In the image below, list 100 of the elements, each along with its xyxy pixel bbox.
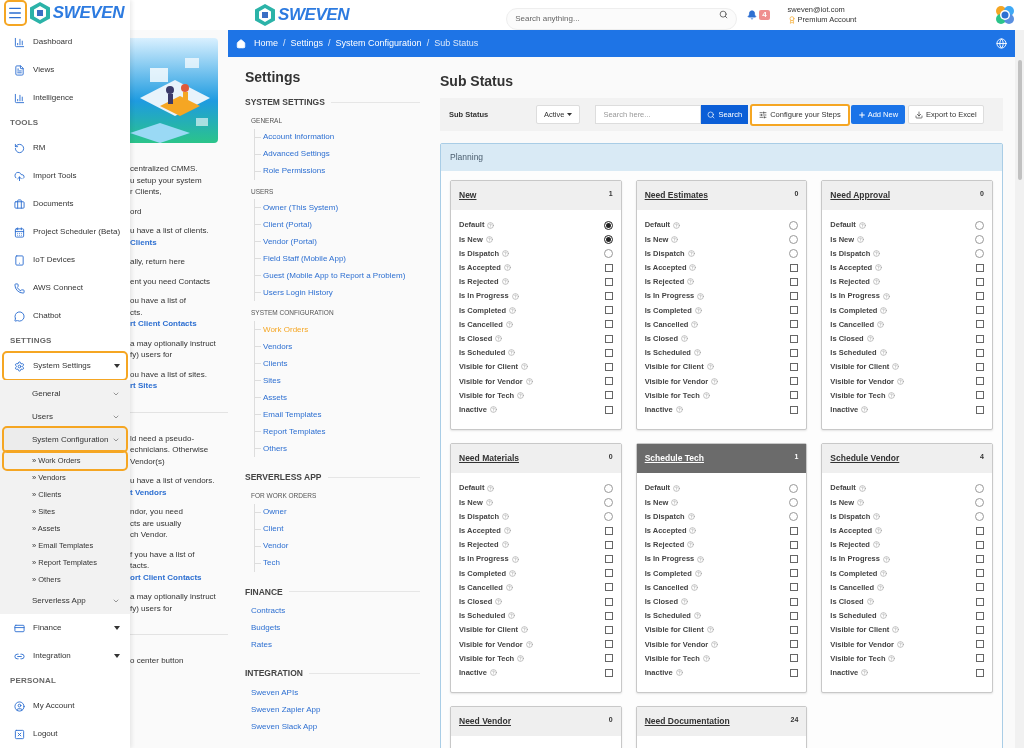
nav-link[interactable]: Report Templates xyxy=(263,425,326,438)
menu-group[interactable]: System Configuration xyxy=(4,428,126,451)
checkbox[interactable] xyxy=(976,555,984,564)
menu-button[interactable] xyxy=(6,2,25,24)
checkbox[interactable] xyxy=(604,306,613,315)
scrollbar[interactable] xyxy=(1015,30,1024,748)
checkbox[interactable] xyxy=(976,306,984,315)
nav-link[interactable]: Rates xyxy=(251,638,272,651)
checkbox[interactable] xyxy=(976,597,984,606)
checkbox[interactable] xyxy=(604,611,613,620)
nav-link[interactable]: Owner (This System) xyxy=(263,201,339,214)
radio-button[interactable] xyxy=(975,483,984,493)
checkbox[interactable] xyxy=(604,569,613,578)
breadcrumb-link[interactable]: System Configuration xyxy=(335,36,422,51)
nav-link[interactable]: Vendor xyxy=(263,540,289,552)
checkbox[interactable] xyxy=(604,640,613,649)
checkbox[interactable] xyxy=(790,391,799,400)
checkbox[interactable] xyxy=(790,597,799,606)
nav-link[interactable]: Advanced Settings xyxy=(263,148,330,160)
card-title[interactable]: Need Vendor xyxy=(459,715,511,728)
nav-link[interactable]: Client (Portal) xyxy=(263,218,312,231)
breadcrumb-link[interactable]: Settings xyxy=(290,36,324,51)
menu-group[interactable]: General xyxy=(4,382,126,405)
link[interactable]: Clients xyxy=(130,236,228,248)
radio-button[interactable] xyxy=(603,234,613,244)
checkbox[interactable] xyxy=(604,668,613,677)
radio-button[interactable] xyxy=(975,511,984,521)
nav-link[interactable]: Contracts xyxy=(251,604,286,617)
menu-item[interactable]: Logout xyxy=(4,721,126,747)
checkbox[interactable] xyxy=(604,625,613,634)
checkbox[interactable] xyxy=(976,540,984,549)
checkbox[interactable] xyxy=(604,654,613,663)
radio-button[interactable] xyxy=(975,248,984,258)
checkbox[interactable] xyxy=(790,640,799,649)
card-title[interactable]: New xyxy=(459,189,477,202)
checkbox[interactable] xyxy=(604,405,613,414)
checkbox[interactable] xyxy=(976,320,984,329)
checkbox[interactable] xyxy=(790,277,799,286)
checkbox[interactable] xyxy=(790,334,799,343)
radio-button[interactable] xyxy=(603,511,613,521)
checkbox[interactable] xyxy=(604,597,613,606)
checkbox[interactable] xyxy=(976,583,984,592)
checkbox[interactable] xyxy=(790,306,799,315)
menu-item[interactable]: Project Scheduler (Beta) xyxy=(4,219,126,245)
checkbox[interactable] xyxy=(790,611,799,620)
checkbox[interactable] xyxy=(790,348,799,357)
radio-button[interactable] xyxy=(603,483,613,493)
checkbox[interactable] xyxy=(976,348,984,357)
nav-link[interactable]: Field Staff (Mobile App) xyxy=(263,252,346,265)
notification-bell-icon[interactable] xyxy=(747,10,758,20)
nav-link[interactable]: Sweven APIs xyxy=(251,686,299,699)
radio-button[interactable] xyxy=(789,497,799,507)
menu-group[interactable]: Serverless App xyxy=(4,589,126,612)
checkbox[interactable] xyxy=(790,654,799,663)
checkbox[interactable] xyxy=(790,540,799,549)
link[interactable]: ort Client Contacts xyxy=(130,571,228,583)
checkbox[interactable] xyxy=(976,334,984,343)
checkbox[interactable] xyxy=(790,377,799,386)
nav-link[interactable]: Owner xyxy=(263,506,287,518)
checkbox[interactable] xyxy=(790,292,799,301)
nav-link[interactable]: Sweven Slack App xyxy=(251,720,318,733)
radio-button[interactable] xyxy=(603,497,613,507)
checkbox[interactable] xyxy=(976,526,984,535)
checkbox[interactable] xyxy=(790,263,799,272)
checkbox[interactable] xyxy=(790,320,799,329)
checkbox[interactable] xyxy=(790,625,799,634)
search-field[interactable]: Search anything... xyxy=(506,7,738,30)
checkbox[interactable] xyxy=(976,405,984,414)
checkbox[interactable] xyxy=(604,320,613,329)
checkbox[interactable] xyxy=(790,569,799,578)
link[interactable]: t Vendors xyxy=(130,486,228,498)
checkbox[interactable] xyxy=(976,292,984,301)
checkbox[interactable] xyxy=(604,277,613,286)
nav-link[interactable]: Clients xyxy=(263,357,288,370)
nav-link[interactable]: Sites xyxy=(263,374,281,387)
link[interactable]: rt Client Contacts xyxy=(130,318,228,330)
checkbox[interactable] xyxy=(790,362,799,371)
checkbox[interactable] xyxy=(976,625,984,634)
menu-item[interactable]: Dashboard xyxy=(4,29,126,55)
checkbox[interactable] xyxy=(604,348,613,357)
nav-link[interactable]: Assets xyxy=(263,391,287,404)
checkbox[interactable] xyxy=(790,668,799,677)
menu-group[interactable]: Integration xyxy=(4,643,126,669)
radio-button[interactable] xyxy=(975,220,984,230)
radio-button[interactable] xyxy=(789,220,799,230)
checkbox[interactable] xyxy=(604,334,613,343)
checkbox[interactable] xyxy=(604,263,613,272)
checkbox[interactable] xyxy=(976,391,984,400)
menu-item[interactable]: RM xyxy=(4,135,126,161)
home-icon[interactable] xyxy=(236,38,246,49)
card-title[interactable]: Need Documentation xyxy=(644,715,730,728)
checkbox[interactable] xyxy=(790,583,799,592)
menu-item[interactable]: Chatbot xyxy=(4,303,126,329)
nav-link[interactable]: Others xyxy=(263,442,287,455)
nav-link[interactable]: Sweven Zapier App xyxy=(251,703,321,716)
menu-item[interactable]: Documents xyxy=(4,191,126,217)
checkbox[interactable] xyxy=(976,569,984,578)
nav-link[interactable]: Vendor (Portal) xyxy=(263,235,317,248)
card-title[interactable]: Need Materials xyxy=(459,452,519,465)
checkbox[interactable] xyxy=(790,405,799,414)
